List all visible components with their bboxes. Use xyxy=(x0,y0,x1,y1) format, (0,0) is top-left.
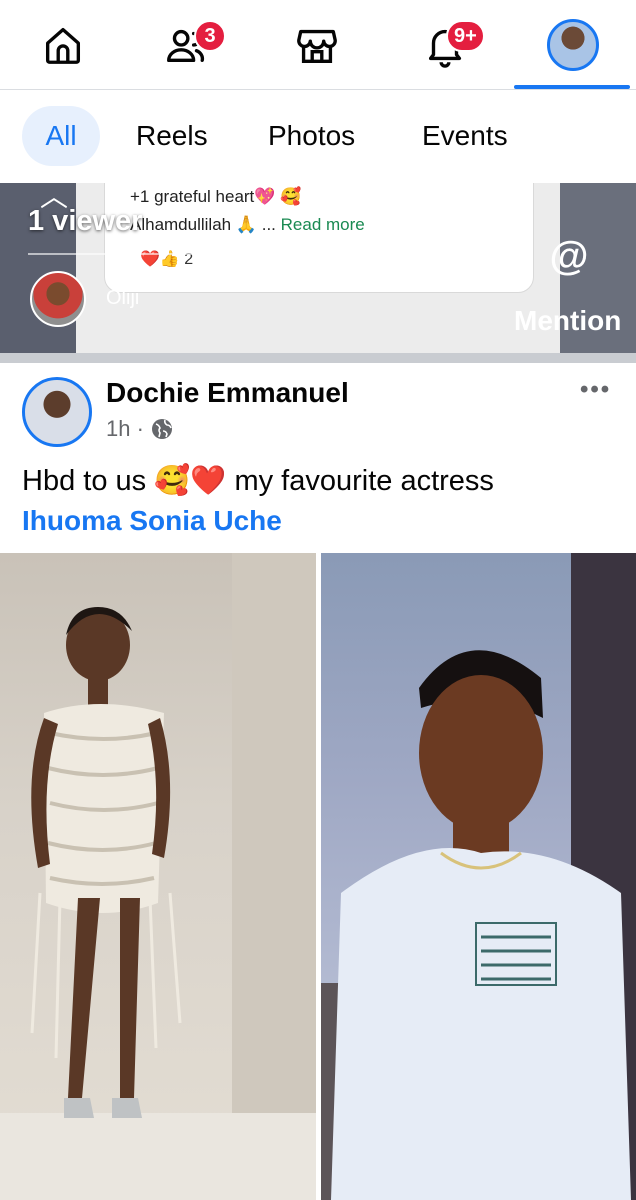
home-icon xyxy=(45,27,81,64)
post-time[interactable]: 1h · xyxy=(106,416,144,442)
tagged-person-link[interactable]: Ihuoma Sonia Uche xyxy=(22,505,282,537)
marketplace-icon xyxy=(297,29,337,63)
story-reactions: ❤️👍 2 xyxy=(140,251,194,268)
post-options-button[interactable]: ••• xyxy=(580,376,611,404)
post-author-name[interactable]: Dochie Emmanuel xyxy=(106,377,349,409)
read-more-link[interactable]: Read more xyxy=(281,215,365,234)
mention-label[interactable]: Mention xyxy=(514,305,621,337)
nav-home[interactable] xyxy=(8,0,118,90)
story-line1: +1 grateful heart💖 🥰 xyxy=(130,187,302,206)
post-text: Hbd to us 🥰❤️ my favourite actress xyxy=(22,465,494,497)
post-photo-1[interactable] xyxy=(0,553,316,1200)
profile-avatar xyxy=(547,19,599,71)
story-card[interactable]: ︿ +1 grateful heart💖 🥰 Alhamdullilah 🙏 .… xyxy=(0,183,636,353)
filter-all[interactable]: All xyxy=(22,106,100,166)
story-divider xyxy=(28,253,238,255)
mention-icon[interactable]: @ xyxy=(546,233,592,279)
globe-icon xyxy=(151,419,172,439)
filter-reels[interactable]: Reels xyxy=(116,106,228,166)
filter-photos[interactable]: Photos xyxy=(248,106,375,166)
story-line2: Alhamdullilah 🙏 ... Read more xyxy=(130,215,365,235)
story-line2-text: Alhamdullilah 🙏 ... xyxy=(130,215,276,234)
feed-separator xyxy=(0,353,636,363)
story-viewer-count[interactable]: 1 viewer xyxy=(28,205,142,238)
friends-badge: 3 xyxy=(194,20,226,52)
nav-marketplace[interactable] xyxy=(262,0,372,90)
post-meta: 1h · xyxy=(106,416,174,442)
post-photo-2[interactable] xyxy=(321,553,636,1200)
story-author-name[interactable]: Oliji xyxy=(106,287,139,310)
woman-photo-illustration xyxy=(0,553,316,1200)
notifications-badge: 9+ xyxy=(446,20,485,52)
nav-friends[interactable]: 3 xyxy=(130,0,240,90)
man-photo-illustration xyxy=(321,553,636,1200)
nav-profile[interactable] xyxy=(518,0,628,90)
top-nav: 3 9+ xyxy=(0,0,636,90)
active-tab-indicator xyxy=(514,85,630,89)
filter-events[interactable]: Events xyxy=(402,106,528,166)
story-author-avatar[interactable] xyxy=(30,271,86,327)
post-author-avatar[interactable] xyxy=(22,377,92,447)
feed-filters: All Reels Photos Events xyxy=(0,91,636,183)
nav-notifications[interactable]: 9+ xyxy=(390,0,500,90)
